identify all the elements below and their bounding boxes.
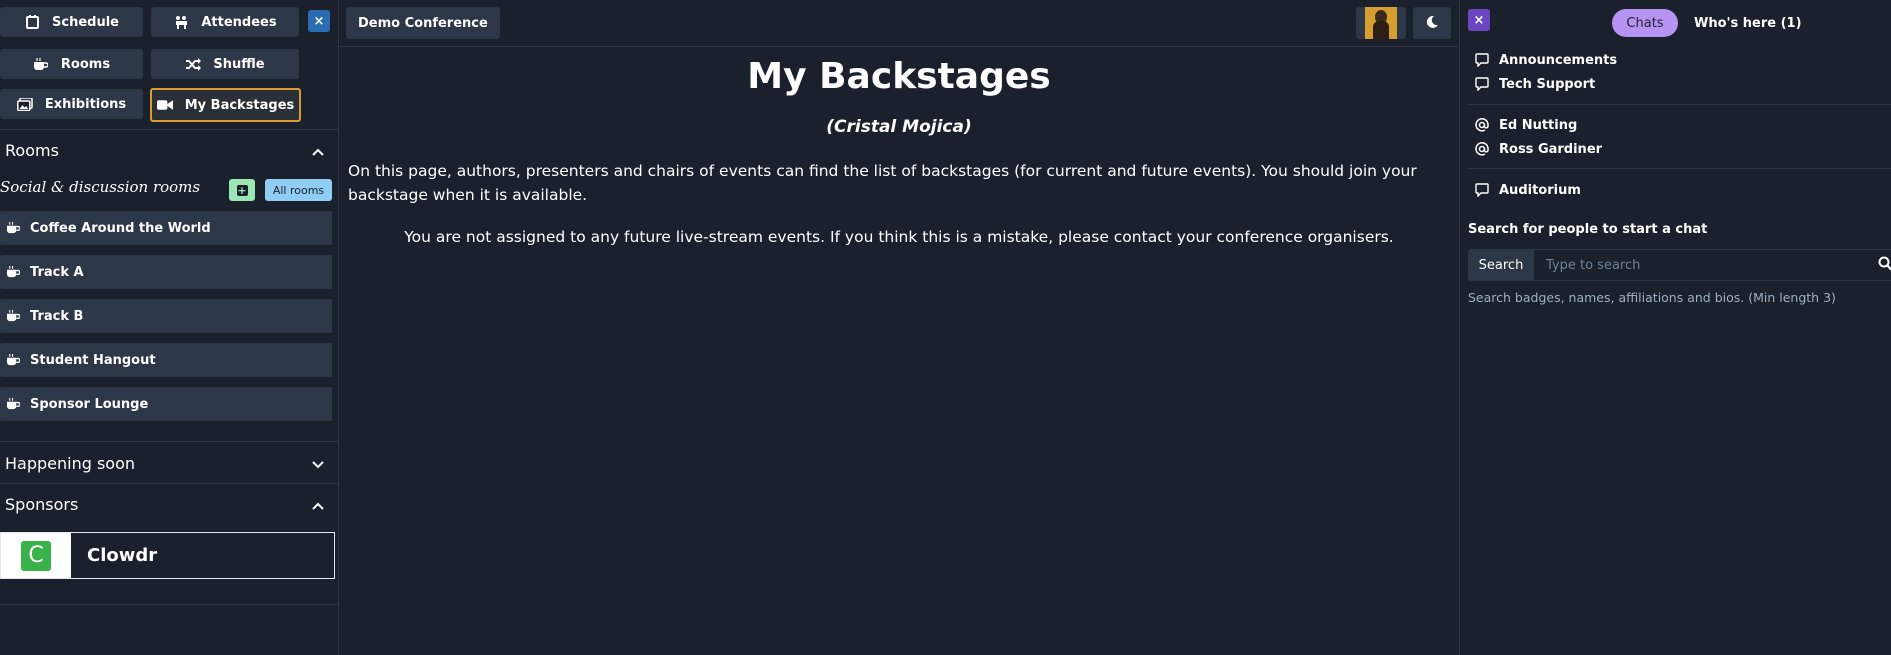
room-item[interactable]: Coffee Around the World [0, 211, 332, 245]
tab-whos-here[interactable]: Who's here (1) [1694, 9, 1802, 37]
chevron-up-icon [312, 141, 324, 160]
room-label: Student Hangout [30, 352, 156, 368]
at-icon [1475, 118, 1489, 132]
shuffle-icon [185, 57, 201, 71]
social-rooms-subheading: Social & discussion rooms [0, 178, 201, 196]
room-item[interactable]: Sponsor Lounge [0, 387, 332, 421]
search-button[interactable]: Search [1468, 249, 1534, 281]
sponsor-logo-box: C [1, 533, 71, 578]
room-label: Coffee Around the World [30, 220, 211, 236]
empty-state-message: You are not assigned to any future live-… [404, 228, 1394, 246]
room-item[interactable]: Track A [0, 255, 332, 289]
plus-icon: + [236, 183, 248, 197]
people-icon [173, 15, 189, 29]
people-search-input[interactable] [1534, 249, 1891, 281]
at-icon [1475, 142, 1489, 156]
page-subtitle: (Cristal Mojica) [826, 117, 972, 137]
my-backstages-button[interactable]: My Backstages [150, 88, 301, 122]
room-label: Track A [30, 264, 84, 280]
sponsor-logo: C [21, 540, 51, 571]
add-room-button[interactable]: + [229, 179, 255, 201]
coffee-icon [33, 57, 49, 71]
main-content: Demo Conference My Backstages (Cristal M… [340, 0, 1458, 655]
coffee-icon [6, 310, 20, 322]
chat-bubble-icon [1475, 183, 1489, 197]
avatar [1365, 7, 1397, 39]
chat-bubble-icon [1475, 53, 1489, 67]
divider [1468, 168, 1891, 169]
coffee-icon [6, 222, 20, 234]
rooms-nav-label: Rooms [60, 56, 111, 72]
divider [1468, 104, 1891, 105]
coffee-icon [6, 354, 20, 366]
chevron-up-icon [312, 495, 324, 514]
dm-item[interactable]: Ed Nutting [1475, 115, 1577, 135]
coffee-icon [6, 398, 20, 410]
moon-icon [1425, 14, 1439, 33]
attendees-button[interactable]: Attendees [151, 7, 299, 37]
people-search-row: Search [1468, 249, 1891, 281]
video-camera-icon [156, 98, 173, 112]
page-description: On this page, authors, presenters and ch… [348, 162, 1417, 204]
chat-channel-item[interactable]: Announcements [1475, 50, 1617, 70]
search-icon[interactable] [1878, 256, 1891, 272]
exhibitions-label: Exhibitions [44, 96, 127, 112]
app-root: Schedule Attendees × Rooms Shuffle Exhib… [0, 0, 1891, 655]
room-chat-item[interactable]: Auditorium [1475, 180, 1581, 200]
rooms-section-header[interactable]: Rooms [0, 130, 338, 170]
page-title: My Backstages [747, 56, 1051, 97]
room-label: Sponsor Lounge [30, 396, 149, 412]
room-item[interactable]: Track B [0, 299, 332, 333]
room-label: Track B [30, 308, 84, 324]
sponsor-item[interactable]: C Clowdr [0, 532, 335, 579]
attendees-label: Attendees [201, 14, 277, 30]
dm-item[interactable]: Ross Gardiner [1475, 139, 1602, 159]
chat-channel-label: Tech Support [1499, 76, 1596, 92]
schedule-label: Schedule [52, 14, 119, 30]
chat-bubble-icon [1475, 77, 1489, 91]
user-menu-button[interactable] [1356, 7, 1406, 39]
chat-channel-item[interactable]: Tech Support [1475, 74, 1595, 94]
search-hint: Search badges, names, affiliations and b… [1468, 290, 1836, 305]
conference-home-button[interactable]: Demo Conference [346, 7, 500, 39]
divider [0, 441, 338, 442]
rooms-nav-button[interactable]: Rooms [0, 49, 143, 79]
happening-soon-header[interactable]: Happening soon [0, 443, 338, 483]
people-search-label: Search for people to start a chat [1468, 222, 1708, 237]
dm-label: Ed Nutting [1499, 117, 1578, 133]
sponsor-name: Clowdr [87, 545, 158, 566]
room-chat-label: Auditorium [1499, 182, 1581, 198]
images-icon [16, 97, 33, 111]
shuffle-label: Shuffle [213, 56, 265, 72]
divider [0, 604, 338, 605]
exhibitions-button[interactable]: Exhibitions [0, 89, 143, 119]
my-backstages-label: My Backstages [184, 97, 295, 113]
rooms-section-title: Rooms [5, 140, 59, 160]
sponsors-header[interactable]: Sponsors [0, 484, 338, 524]
coffee-icon [6, 266, 20, 278]
room-item[interactable]: Student Hangout [0, 343, 332, 377]
right-chat-panel: × Chats Who's here (1) Announcements Tec… [1459, 0, 1891, 655]
calendar-icon [24, 15, 40, 29]
close-left-panel-button[interactable]: × [308, 10, 330, 32]
happening-soon-title: Happening soon [5, 453, 136, 473]
left-sidebar: Schedule Attendees × Rooms Shuffle Exhib… [0, 0, 339, 655]
theme-toggle-button[interactable] [1413, 7, 1451, 39]
shuffle-button[interactable]: Shuffle [151, 49, 299, 79]
tab-chats[interactable]: Chats [1612, 9, 1678, 37]
close-right-panel-button[interactable]: × [1468, 9, 1490, 31]
dm-label: Ross Gardiner [1499, 141, 1603, 157]
chat-channel-label: Announcements [1499, 52, 1618, 68]
chevron-down-icon [312, 454, 324, 473]
sponsors-title: Sponsors [5, 494, 79, 514]
all-rooms-button[interactable]: All rooms [265, 179, 332, 201]
top-bar: Demo Conference [340, 0, 1458, 47]
schedule-button[interactable]: Schedule [0, 7, 143, 37]
